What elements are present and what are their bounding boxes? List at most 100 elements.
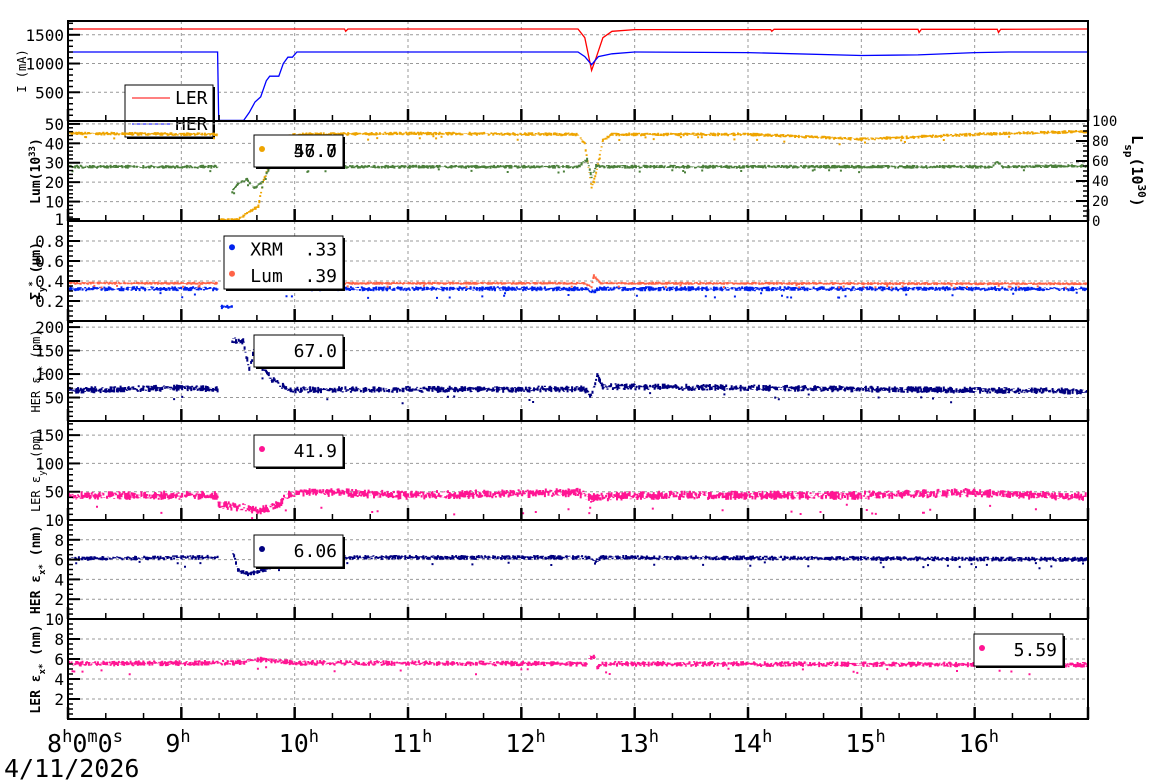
right-tick-label: 0 <box>1092 214 1100 230</box>
y-axis-label: LER εx* (nm) <box>29 624 48 713</box>
x-tick-label: 10h <box>279 727 319 758</box>
legend: 67.0 <box>253 334 345 369</box>
label-part: ) <box>1128 198 1146 207</box>
legend-value-overlay: 57.7 <box>294 141 337 162</box>
y-tick-label: 40 <box>45 134 64 153</box>
legend: 6.06 <box>253 534 345 569</box>
label-part: h <box>762 727 772 747</box>
legend-label: LER <box>175 88 208 109</box>
label-part: Lum(10 <box>29 157 44 204</box>
label-part: h <box>422 727 432 747</box>
label-part: (nm) <box>29 624 44 663</box>
label-part: Σ <box>29 292 44 300</box>
y-tick-label: 6 <box>54 650 64 669</box>
label-part: I (mA) <box>15 49 29 92</box>
y-tick-label: 4 <box>54 670 64 689</box>
label-part: 12 <box>505 729 535 758</box>
series-points-0 <box>67 487 1089 520</box>
x-tick-label: 13h <box>619 727 659 758</box>
right-tick-label: 40 <box>1092 174 1109 190</box>
legend-value: XRM .33 <box>250 239 337 260</box>
label-part: 10 <box>279 729 309 758</box>
label-part: HER ε <box>29 575 44 614</box>
x-tick-label: 9h <box>165 727 190 758</box>
y-tick-label: 20 <box>45 173 64 192</box>
x-tick-label: 12h <box>505 727 545 758</box>
y-tick-label: 30 <box>45 154 64 173</box>
y-tick-label: 10 <box>45 511 64 530</box>
series-points-0 <box>67 337 1089 405</box>
right-tick-label: 20 <box>1092 194 1109 210</box>
label-part: m <box>87 727 97 747</box>
right-tick-label: 60 <box>1092 154 1109 170</box>
y-tick-label: 10 <box>45 610 64 629</box>
label-part: 15 <box>845 729 875 758</box>
label-part: 13 <box>619 729 649 758</box>
label-part: (pm) <box>29 329 43 365</box>
label-part: HER ε <box>29 376 43 412</box>
legend: 41.9 <box>253 434 345 469</box>
label-part: 9 <box>165 729 180 758</box>
series-points-1 <box>67 252 1089 289</box>
beam-monitor-chart: 50010001500I (mA)LERHER11020304050Lum(10… <box>4 20 1149 782</box>
label-part: 33 <box>28 146 38 157</box>
label-part: x* <box>38 664 48 675</box>
y-tick-label: 10 <box>45 193 64 212</box>
series-points-1 <box>67 157 1089 195</box>
right-tick-label: 100 <box>1092 114 1117 130</box>
label-part: (10 <box>1128 157 1146 184</box>
y-axis-label: Lum(1033) <box>28 138 44 204</box>
y-tick-label: 500 <box>35 83 64 102</box>
legend: LER HER <box>124 84 215 139</box>
panel-3: 50100150200HER εy* (pm) 67.0 <box>29 318 1090 422</box>
series-points-0 <box>67 550 1089 577</box>
label-part: h <box>180 727 190 747</box>
panel-frame <box>67 320 1089 422</box>
legend-dot-marker <box>979 645 985 651</box>
label-part: ) <box>29 138 44 146</box>
y-tick-label: 2 <box>54 690 64 709</box>
label-part: 16 <box>959 729 989 758</box>
y-tick-label: 1 <box>54 210 64 229</box>
label-part: s <box>113 727 123 747</box>
panel-frame <box>67 519 1089 620</box>
panel-4: 50100150LER εy* (pm) 41.9 <box>29 420 1090 521</box>
label-part: y* <box>38 366 48 377</box>
panel-6: 246810LER εx* (nm) 5.59 <box>29 610 1090 720</box>
legend-value: 41.9 <box>294 441 337 462</box>
label-part: L <box>1128 135 1146 144</box>
label-part: y* <box>38 465 48 476</box>
y-tick-label: 1500 <box>25 26 64 45</box>
label-part: h <box>649 727 659 747</box>
panel-5: 246810HER εx* (nm) 6.06 <box>29 511 1090 620</box>
legend: XRM .33 Lum .39 <box>223 235 345 291</box>
label-part: (pm) <box>29 429 43 465</box>
y-axis-label: I (mA) <box>15 49 29 92</box>
y-tick-label: 4 <box>54 570 64 589</box>
y-tick-label: 1000 <box>25 55 64 74</box>
legend-value: 5.59 <box>1014 640 1057 661</box>
label-part: 11 <box>392 729 422 758</box>
label-part: LER ε <box>29 476 43 512</box>
y-tick-label: 8 <box>54 630 64 649</box>
y-tick-label: 50 <box>45 389 64 408</box>
right-axis-label: Lsp(1030) <box>1123 135 1149 207</box>
label-part: 30 <box>1136 185 1149 198</box>
y-tick-label: 8 <box>54 531 64 550</box>
panel-frame <box>67 420 1089 521</box>
y-tick-label: 50 <box>45 115 64 134</box>
right-tick-label: 80 <box>1092 134 1109 150</box>
panel-frame <box>67 20 1089 122</box>
label-part: h <box>309 727 319 747</box>
label-part: (nm) <box>29 525 44 564</box>
series-line-her <box>68 51 1088 122</box>
legend: 46.057.7 <box>253 134 345 169</box>
y-tick-label: 2 <box>54 590 64 609</box>
legend-value: 67.0 <box>294 341 337 362</box>
legend-dot-marker <box>259 546 265 552</box>
label-part: sp <box>1123 144 1136 158</box>
x-tick-label: 14h <box>732 727 772 758</box>
legend-value: Lum .39 <box>250 266 337 287</box>
legend-dot-marker <box>259 446 265 452</box>
legend-dot-marker <box>229 270 235 277</box>
